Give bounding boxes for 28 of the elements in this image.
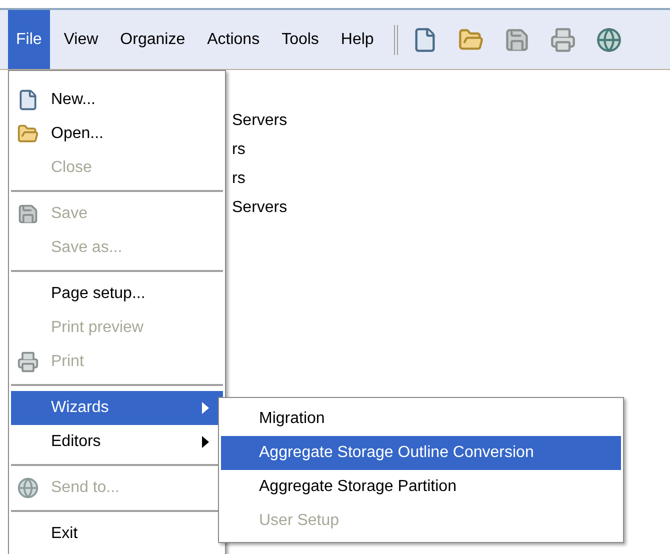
menu-bar-item[interactable]: Organize <box>112 10 194 69</box>
tree-item[interactable]: rs <box>232 139 670 160</box>
menu-item[interactable]: Open... <box>11 117 223 151</box>
printer-icon <box>17 351 39 373</box>
submenu-arrow-icon <box>202 436 209 448</box>
menu-bar-item[interactable]: File <box>8 10 50 69</box>
menu-item[interactable]: Aggregate Storage Partition <box>221 470 621 504</box>
globe-icon[interactable] <box>596 26 622 52</box>
tree-item[interactable]: Servers <box>232 110 670 131</box>
menu-item[interactable]: Page setup... <box>11 277 223 311</box>
menu-bar-item[interactable]: Tools <box>274 10 327 69</box>
submenu-arrow-icon <box>202 402 209 414</box>
menu-item[interactable]: Wizards <box>11 391 223 425</box>
menu-bar-item[interactable]: View <box>56 10 106 69</box>
open-folder-icon[interactable] <box>458 26 484 52</box>
save-icon[interactable] <box>504 26 530 52</box>
printer-icon[interactable] <box>550 26 576 52</box>
menu-item[interactable]: New... <box>11 83 223 117</box>
folder-icon <box>17 123 39 145</box>
tree-item[interactable]: Servers <box>232 197 670 218</box>
globe-icon <box>17 477 39 499</box>
tree-item[interactable]: rs <box>232 168 670 189</box>
menu-item[interactable]: Editors <box>11 425 223 459</box>
menu-bar-item[interactable]: Actions <box>199 10 268 69</box>
menu-item[interactable]: Aggregate Storage Outline Conversion <box>221 436 621 470</box>
document-icon <box>17 89 39 111</box>
menu-item[interactable]: Migration <box>221 402 621 436</box>
menu-bar-item[interactable]: Help <box>332 10 382 69</box>
